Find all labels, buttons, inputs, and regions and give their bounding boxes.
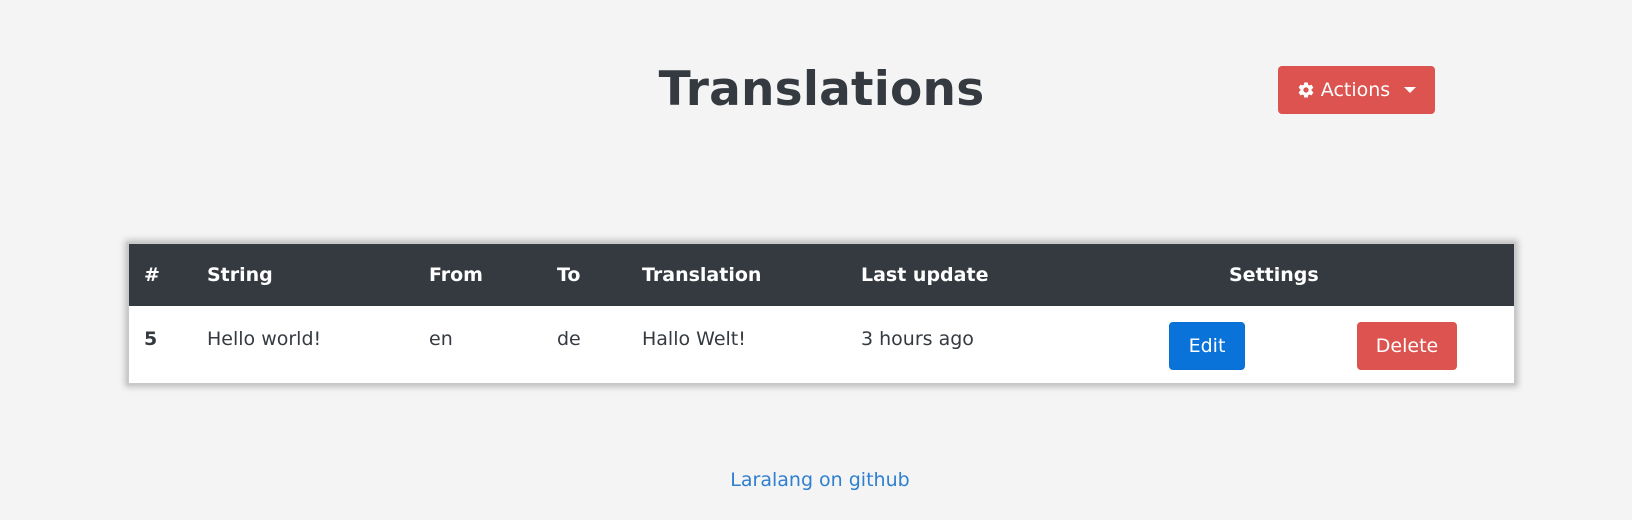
delete-button[interactable]: Delete bbox=[1357, 322, 1457, 370]
column-header-to: To bbox=[557, 264, 581, 286]
cell-last-update: 3 hours ago bbox=[861, 328, 974, 350]
actions-dropdown-button[interactable]: Actions bbox=[1278, 66, 1435, 114]
github-link[interactable]: Laralang on github bbox=[0, 469, 1632, 491]
column-header-settings: Settings bbox=[1229, 264, 1319, 286]
table-header: # String From To Translation Last update… bbox=[129, 244, 1514, 306]
column-header-from: From bbox=[429, 264, 483, 286]
column-header-string: String bbox=[207, 264, 273, 286]
caret-down-icon bbox=[1404, 87, 1417, 93]
column-header-translation: Translation bbox=[642, 264, 762, 286]
column-header-id: # bbox=[144, 264, 160, 286]
cell-string: Hello world! bbox=[207, 328, 322, 350]
translations-table: # String From To Translation Last update… bbox=[127, 242, 1516, 385]
cell-translation: Hallo Welt! bbox=[642, 328, 746, 350]
cell-id: 5 bbox=[144, 328, 158, 350]
actions-label: Actions bbox=[1320, 79, 1391, 101]
gear-icon bbox=[1297, 81, 1315, 99]
cell-from: en bbox=[429, 328, 453, 350]
column-header-last-update: Last update bbox=[861, 264, 989, 286]
cell-to: de bbox=[557, 328, 581, 350]
edit-button[interactable]: Edit bbox=[1169, 322, 1245, 370]
